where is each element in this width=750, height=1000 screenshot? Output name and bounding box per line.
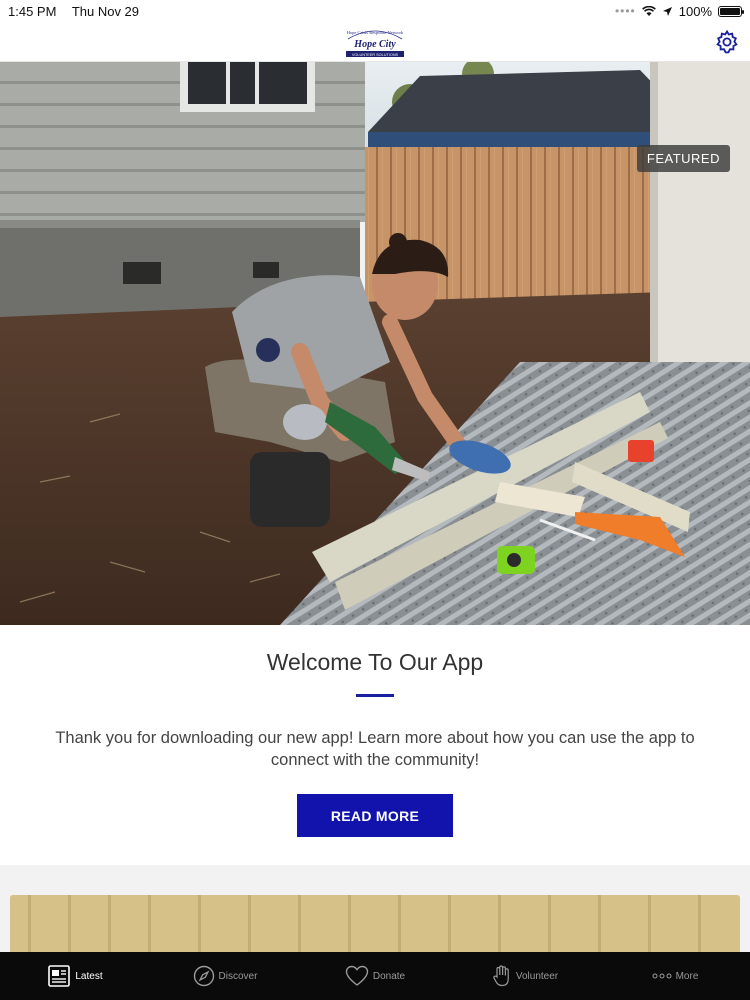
- wifi-icon: [641, 5, 656, 16]
- next-article-image: [10, 895, 740, 955]
- logo-text-sub: VOLUNTEER SOLUTIONS: [352, 52, 399, 56]
- welcome-card: Welcome To Our App Thank you for downloa…: [0, 625, 750, 865]
- tab-label-donate: Donate: [372, 970, 406, 982]
- tab-latest[interactable]: Latest: [0, 952, 150, 1000]
- read-more-button[interactable]: READ MORE: [297, 794, 453, 837]
- featured-badge: FEATURED: [636, 145, 730, 172]
- compass-icon: [193, 965, 214, 987]
- hope-city-logo: Hope Crisis Response Network Hope City V…: [346, 30, 404, 57]
- battery-percent: 100%: [678, 3, 712, 19]
- logo-text-main: Hope City: [353, 39, 396, 50]
- tab-label-latest: Latest: [75, 970, 103, 982]
- tab-discover[interactable]: Discover: [150, 952, 300, 1000]
- status-time: 1:45 PM: [8, 3, 57, 19]
- tab-bar: Latest Discover Donate Volunteer More: [0, 952, 750, 1000]
- more-dots-icon: [652, 973, 672, 979]
- next-article-card[interactable]: [10, 895, 740, 955]
- tab-volunteer[interactable]: Volunteer: [450, 952, 600, 1000]
- newspaper-icon: [48, 965, 71, 987]
- app-screen: 1:45 PM Thu Nov 29 •••• 100% Hope Crisis…: [0, 0, 750, 1000]
- status-right: •••• 100%: [614, 3, 744, 19]
- status-left: 1:45 PM Thu Nov 29: [8, 4, 151, 19]
- battery-icon: [718, 5, 744, 17]
- heart-icon: [345, 965, 369, 986]
- status-bar: 1:45 PM Thu Nov 29 •••• 100%: [0, 0, 750, 22]
- logo-text-top: Hope Crisis Response Network: [347, 30, 404, 35]
- status-date: Thu Nov 29: [71, 3, 140, 19]
- tab-label-discover: Discover: [218, 970, 258, 982]
- tab-donate[interactable]: Donate: [300, 952, 450, 1000]
- tab-more[interactable]: More: [600, 952, 750, 1000]
- nav-bar: Hope Crisis Response Network Hope City V…: [0, 22, 750, 62]
- welcome-body: Thank you for downloading our new app! L…: [55, 729, 695, 769]
- hand-icon: [493, 965, 509, 987]
- featured-hero-image[interactable]: FEATURED: [0, 62, 750, 625]
- location-arrow-icon: [662, 6, 672, 16]
- settings-gear-icon[interactable]: [714, 29, 740, 55]
- welcome-title: Welcome To Our App: [266, 649, 484, 675]
- title-underline: [356, 694, 394, 697]
- signal-dots-icon: ••••: [614, 4, 636, 18]
- tab-label-volunteer: Volunteer: [515, 970, 559, 982]
- tab-label-more: More: [675, 970, 699, 982]
